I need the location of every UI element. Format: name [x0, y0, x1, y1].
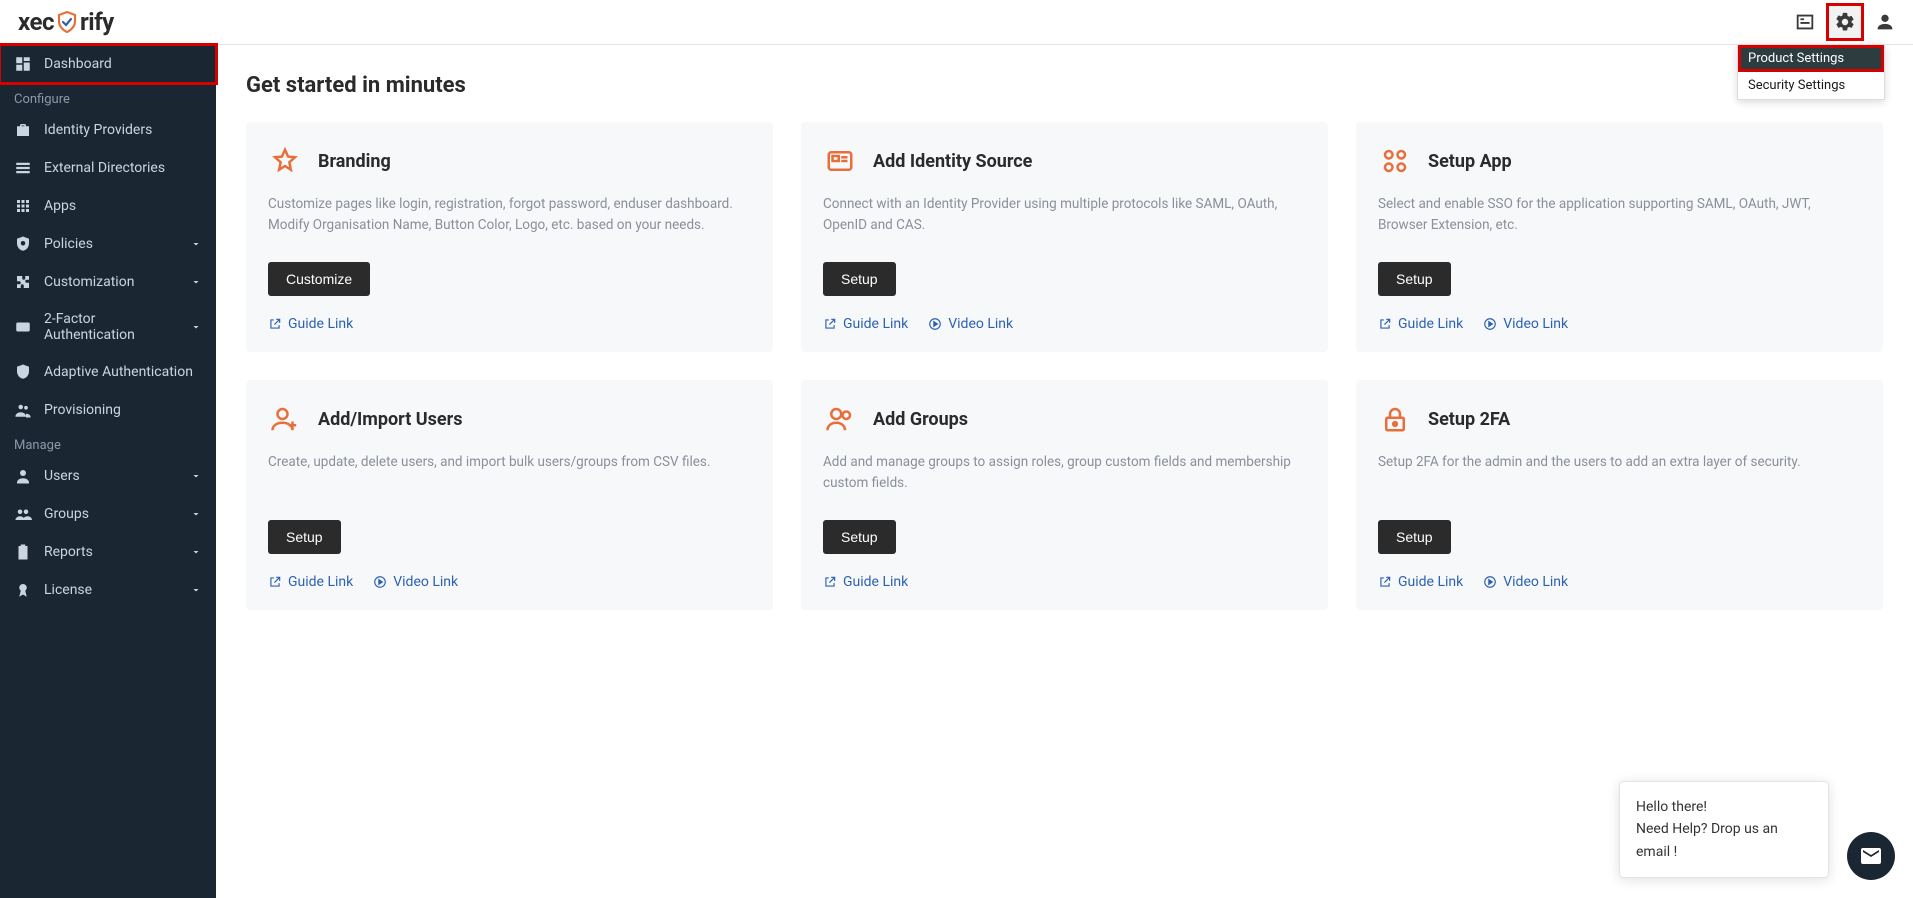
- chat-line-2: Need Help? Drop us an email !: [1636, 818, 1812, 863]
- card-title: Setup 2FA: [1428, 409, 1510, 430]
- chevron-down-icon: [190, 321, 202, 333]
- idcard-icon: [823, 144, 857, 178]
- sidebar-section-configure: Configure: [0, 83, 216, 111]
- sidebar-item-license[interactable]: License: [0, 571, 216, 609]
- app-header: xecrify Product Settings Security Settin…: [0, 0, 1913, 45]
- card-action-button[interactable]: Customize: [268, 262, 370, 296]
- card-description: Add and manage groups to assign roles, g…: [823, 452, 1306, 504]
- dashboard-icon: [14, 55, 32, 73]
- chat-fab[interactable]: [1847, 832, 1895, 880]
- settings-dropdown: Product Settings Security Settings: [1737, 44, 1885, 100]
- sidebar-item-users[interactable]: Users: [0, 457, 216, 495]
- card-action-button[interactable]: Setup: [823, 262, 896, 296]
- page-title: Get started in minutes: [246, 73, 1883, 98]
- chevron-down-icon: [190, 584, 202, 596]
- sidebar-item-identity-providers[interactable]: Identity Providers: [0, 111, 216, 149]
- guide-link[interactable]: Guide Link: [1378, 574, 1463, 590]
- settings-gear-button[interactable]: [1829, 6, 1861, 38]
- video-link[interactable]: Video Link: [373, 574, 458, 590]
- card-action-button[interactable]: Setup: [1378, 262, 1451, 296]
- sidebar-item-apps[interactable]: Apps: [0, 187, 216, 225]
- briefcase-icon: [14, 121, 32, 139]
- users-icon: [823, 402, 857, 436]
- video-link[interactable]: Video Link: [1483, 574, 1568, 590]
- card-title: Branding: [318, 151, 391, 172]
- sidebar-item-customization[interactable]: Customization: [0, 263, 216, 301]
- menu-security-settings[interactable]: Security Settings: [1738, 72, 1884, 99]
- sidebar-item-dashboard[interactable]: Dashboard: [0, 45, 216, 83]
- chevron-down-icon: [190, 546, 202, 558]
- card-title: Add Groups: [873, 409, 968, 430]
- sidebar-section-manage: Manage: [0, 429, 216, 457]
- clipboard-icon: [14, 543, 32, 561]
- guide-link[interactable]: Guide Link: [823, 316, 908, 332]
- card-description: Connect with an Identity Provider using …: [823, 194, 1306, 246]
- guide-link[interactable]: Guide Link: [268, 316, 353, 332]
- card-add-groups: Add Groups Add and manage groups to assi…: [801, 380, 1328, 610]
- video-link[interactable]: Video Link: [928, 316, 1013, 332]
- sidebar-item-groups[interactable]: Groups: [0, 495, 216, 533]
- groups-icon: [14, 505, 32, 523]
- card-setup-app: Setup App Select and enable SSO for the …: [1356, 122, 1883, 352]
- mail-icon: [1859, 844, 1883, 868]
- card-action-button[interactable]: Setup: [823, 520, 896, 554]
- card-description: Customize pages like login, registration…: [268, 194, 751, 246]
- shield-logo-icon: [55, 10, 79, 34]
- guide-link[interactable]: Guide Link: [268, 574, 353, 590]
- userplus-icon: [268, 402, 302, 436]
- card-title: Setup App: [1428, 151, 1512, 172]
- docs-icon[interactable]: [1789, 6, 1821, 38]
- guide-link[interactable]: Guide Link: [1378, 316, 1463, 332]
- puzzle-icon: [14, 273, 32, 291]
- video-link[interactable]: Video Link: [1483, 316, 1568, 332]
- chevron-down-icon: [190, 470, 202, 482]
- sidebar-item-reports[interactable]: Reports: [0, 533, 216, 571]
- sidebar-item-external-directories[interactable]: External Directories: [0, 149, 216, 187]
- shield-check-icon: [14, 363, 32, 381]
- sidebar-item-adaptive-auth[interactable]: Adaptive Authentication: [0, 353, 216, 391]
- sidebar-item-policies[interactable]: Policies: [0, 225, 216, 263]
- sidebar-item-label: Dashboard: [44, 56, 202, 72]
- card-title: Add Identity Source: [873, 151, 1032, 172]
- card-add-import-users: Add/Import Users Create, update, delete …: [246, 380, 773, 610]
- card-setup-2fa: Setup 2FA Setup 2FA for the admin and th…: [1356, 380, 1883, 610]
- chat-line-1: Hello there!: [1636, 796, 1812, 818]
- brand-logo: xecrify: [12, 8, 114, 36]
- twofa-icon: [14, 318, 32, 336]
- lock-icon: [1378, 402, 1412, 436]
- sidebar-item-2fa[interactable]: 2-Factor Authentication: [0, 301, 216, 353]
- star-icon: [268, 144, 302, 178]
- brand-text-left: xec: [18, 8, 54, 36]
- chevron-down-icon: [190, 276, 202, 288]
- main-content: Get started in minutes Branding Customiz…: [216, 45, 1913, 898]
- card-description: Select and enable SSO for the applicatio…: [1378, 194, 1861, 246]
- card-title: Add/Import Users: [318, 409, 462, 430]
- apps-icon: [1378, 144, 1412, 178]
- list-icon: [14, 159, 32, 177]
- chat-toast: Hello there! Need Help? Drop us an email…: [1619, 781, 1829, 878]
- sidebar-item-provisioning[interactable]: Provisioning: [0, 391, 216, 429]
- header-actions: [1789, 6, 1901, 38]
- brand-text-right: rify: [80, 8, 114, 36]
- card-action-button[interactable]: Setup: [268, 520, 341, 554]
- shield-search-icon: [14, 235, 32, 253]
- grid-icon: [14, 197, 32, 215]
- badge-icon: [14, 581, 32, 599]
- menu-product-settings[interactable]: Product Settings: [1738, 45, 1884, 72]
- people-icon: [14, 401, 32, 419]
- profile-icon[interactable]: [1869, 6, 1901, 38]
- user-icon: [14, 467, 32, 485]
- card-action-button[interactable]: Setup: [1378, 520, 1451, 554]
- chevron-down-icon: [190, 508, 202, 520]
- card-add-identity-source: Add Identity Source Connect with an Iden…: [801, 122, 1328, 352]
- sidebar: Dashboard Configure Identity Providers E…: [0, 45, 216, 898]
- card-description: Setup 2FA for the admin and the users to…: [1378, 452, 1861, 504]
- chevron-down-icon: [190, 238, 202, 250]
- card-description: Create, update, delete users, and import…: [268, 452, 751, 504]
- card-branding: Branding Customize pages like login, reg…: [246, 122, 773, 352]
- guide-link[interactable]: Guide Link: [823, 574, 908, 590]
